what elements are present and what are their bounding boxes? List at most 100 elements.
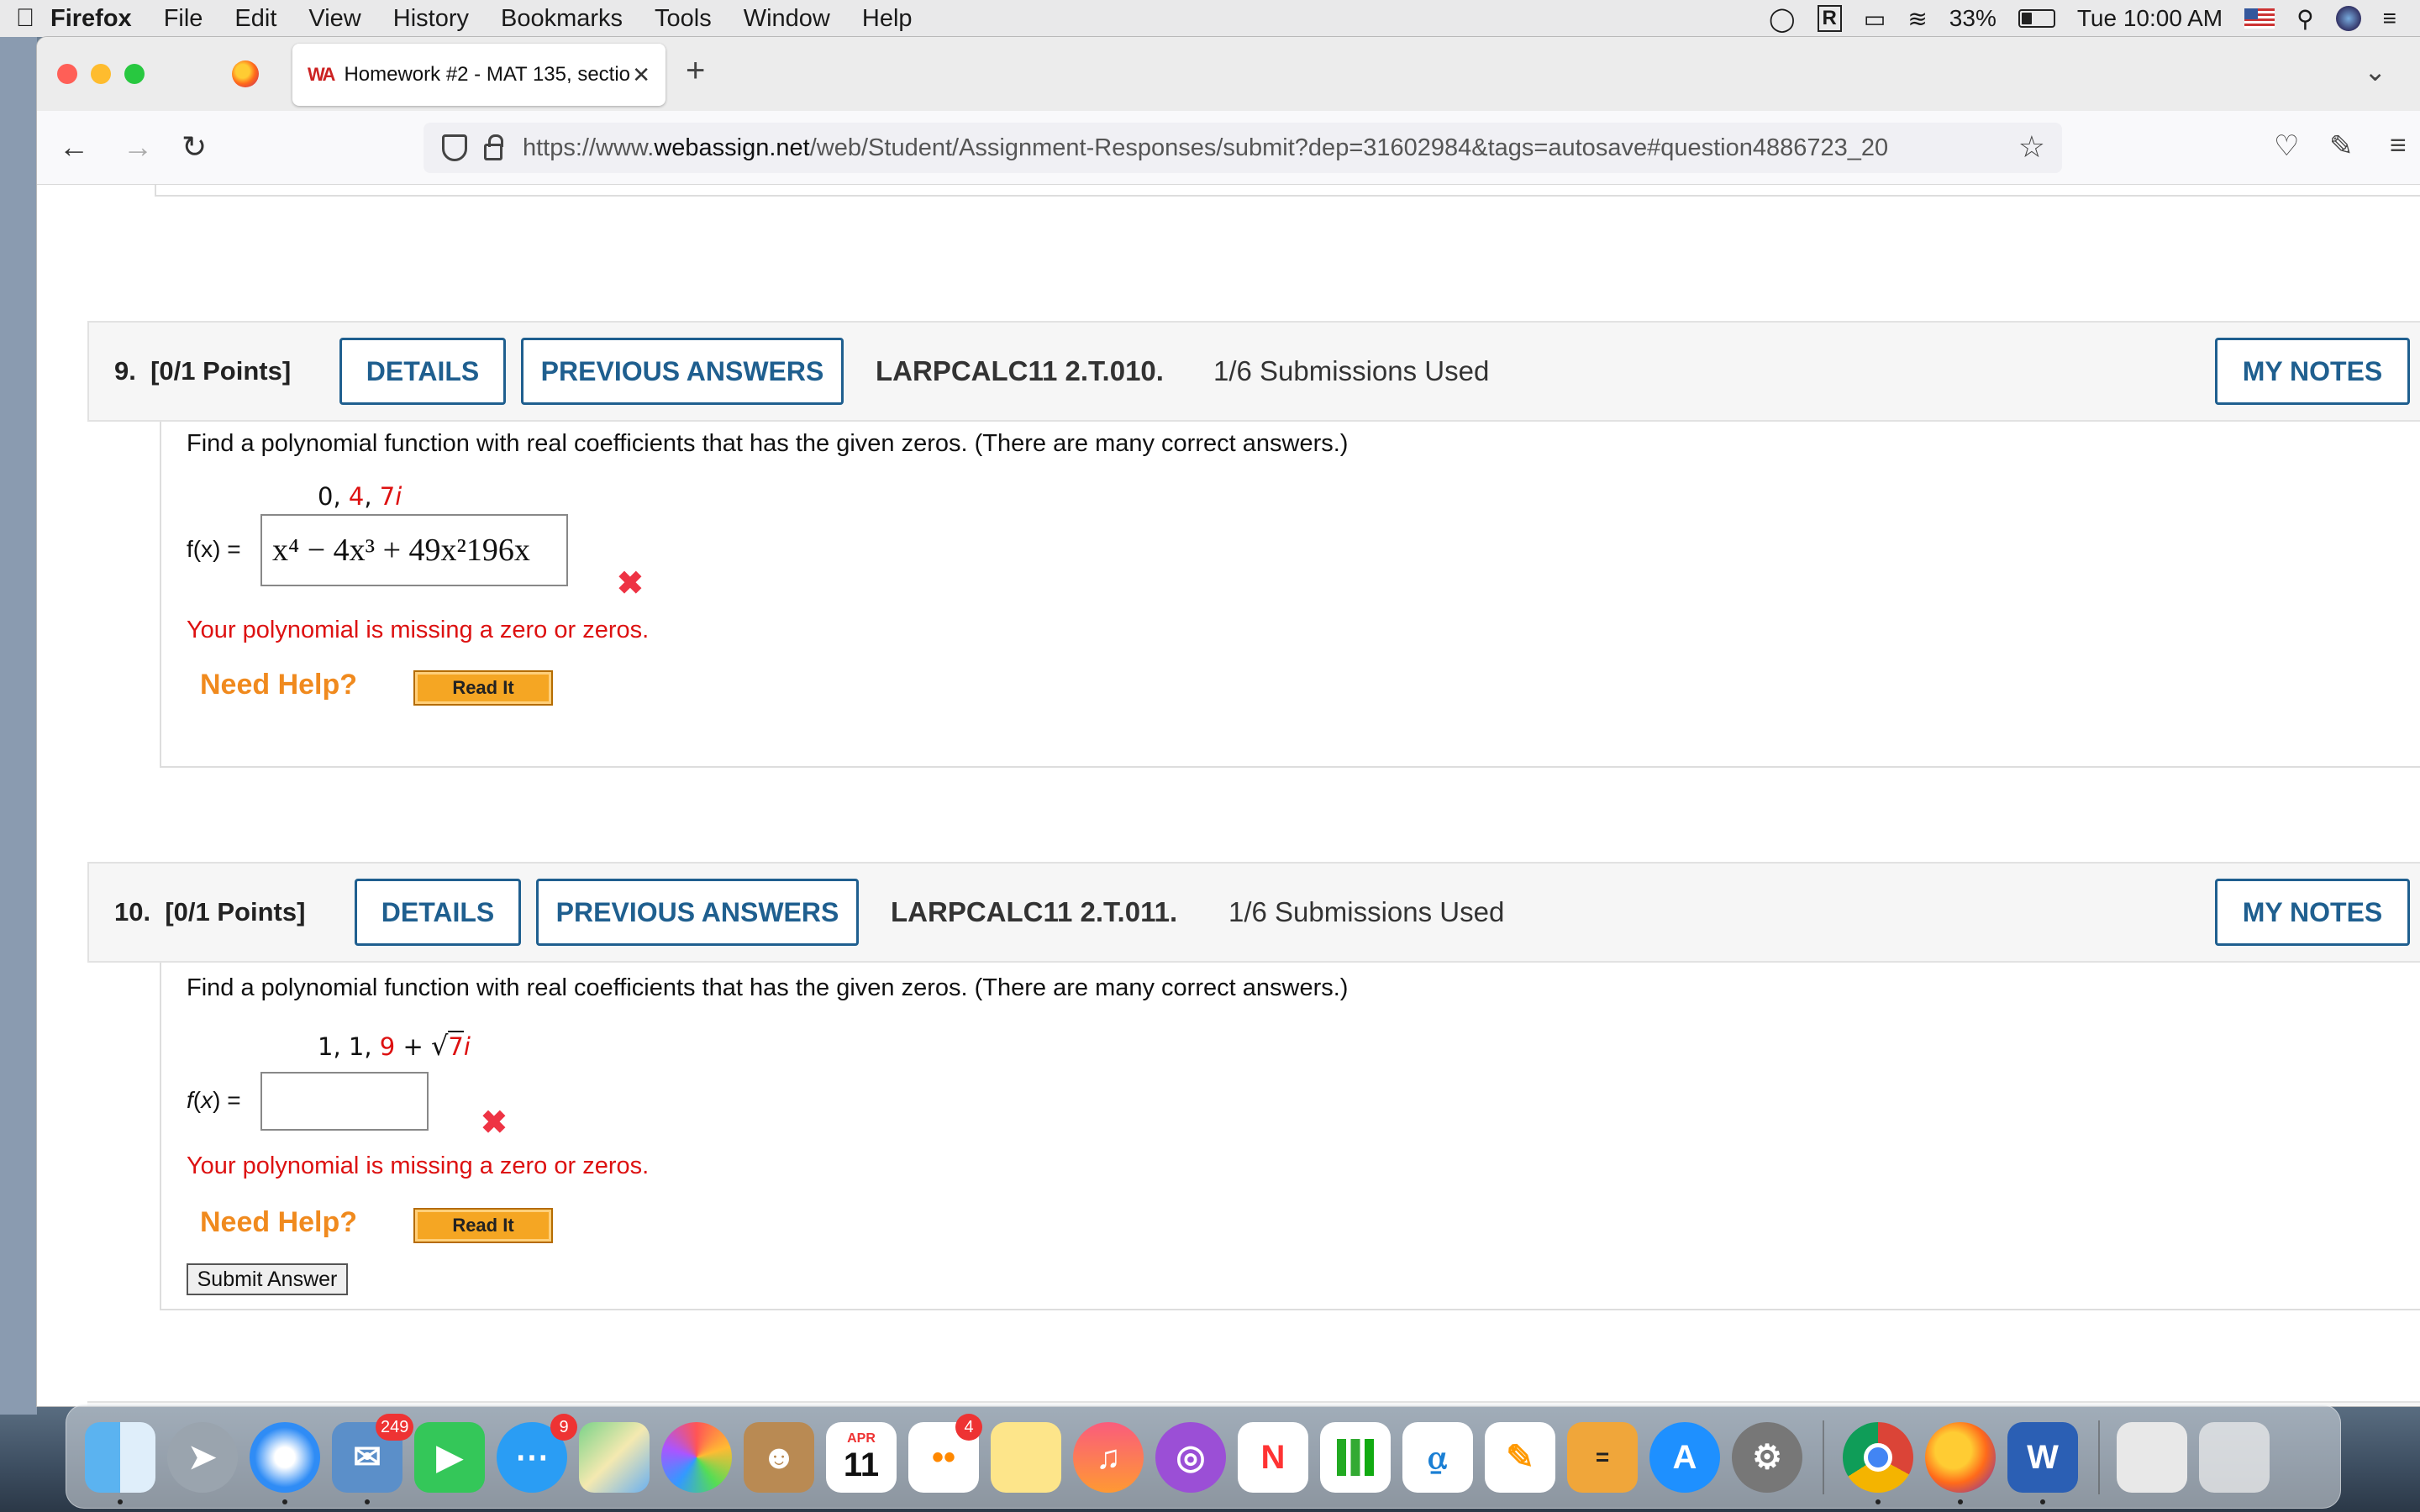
answer-field[interactable]: x⁴ − 4x³ + 49x²196x <box>260 514 568 586</box>
menu-view[interactable]: View <box>308 5 360 33</box>
close-tab-icon[interactable]: ✕ <box>632 62 650 88</box>
lock-icon[interactable] <box>484 134 503 160</box>
incorrect-x-icon: ✖ <box>481 1105 508 1141</box>
window-controls <box>57 64 145 84</box>
previous-answers-button[interactable]: PREVIOUS ANSWERS <box>536 879 859 946</box>
news-icon[interactable]: N <box>1238 1422 1308 1493</box>
clock[interactable]: Tue 10:00 AM <box>2077 5 2223 32</box>
answer-field[interactable] <box>260 1072 429 1131</box>
running-indicator <box>1876 1499 1881 1504</box>
navigation-bar: ← → ↻ https://www. webassign.net/web/Stud… <box>37 111 2420 185</box>
desktop-edge <box>0 37 37 1415</box>
question-number: 9. [0/1 Points] <box>114 356 292 386</box>
wifi-icon[interactable]: ≋ <box>1907 5 1927 33</box>
details-button[interactable]: DETAILS <box>339 338 506 405</box>
fx-label: f(x) = <box>187 536 241 562</box>
read-it-button[interactable]: Read It <box>413 1208 553 1243</box>
need-help-label: Need Help? <box>200 1206 358 1238</box>
keynote-icon[interactable]: ⍶ <box>1402 1422 1473 1493</box>
calculator-icon[interactable]: = <box>1567 1422 1638 1493</box>
my-notes-button[interactable]: MY NOTES <box>2215 879 2410 946</box>
safari-icon[interactable] <box>250 1422 320 1493</box>
dock-separator <box>2098 1420 2100 1494</box>
back-arrow-icon[interactable]: ← <box>59 129 89 165</box>
maps-icon[interactable] <box>579 1422 650 1493</box>
vpn-shield-icon[interactable]: ◯ <box>1769 5 1795 33</box>
firefox-view-icon[interactable] <box>232 60 259 87</box>
running-indicator <box>282 1499 287 1504</box>
new-tab-icon[interactable]: + <box>686 52 705 90</box>
feedback-message: Your polynomial is missing a zero or zer… <box>187 617 650 643</box>
app-menu-icon[interactable]: ≡ <box>2390 129 2407 162</box>
running-indicator <box>1958 1499 1963 1504</box>
question-9-header: 9. [0/1 Points] DETAILS PREVIOUS ANSWERS… <box>87 321 2420 422</box>
finder-icon[interactable] <box>85 1422 155 1493</box>
firefox-icon[interactable] <box>1925 1422 1996 1493</box>
close-window-button[interactable] <box>57 64 77 84</box>
tab-homework[interactable]: WA Homework #2 - MAT 135, sectio ✕ <box>292 44 666 106</box>
read-it-button[interactable]: Read It <box>413 670 553 706</box>
minimize-window-button[interactable] <box>91 64 111 84</box>
given-zeros: 1, 1, 9 + √7i <box>318 1030 471 1062</box>
previous-answers-button[interactable]: PREVIOUS ANSWERS <box>521 338 844 405</box>
launchpad-icon[interactable]: ➤ <box>167 1422 238 1493</box>
menu-file[interactable]: File <box>164 5 203 33</box>
facetime-icon[interactable]: ▶ <box>414 1422 485 1493</box>
menu-bookmarks[interactable]: Bookmarks <box>501 5 623 33</box>
list-all-tabs-icon[interactable]: ⌄ <box>2364 55 2386 87</box>
submit-answer-button[interactable]: Submit Answer <box>187 1263 348 1295</box>
downloads-stack-icon[interactable] <box>2117 1422 2187 1493</box>
zoom-window-button[interactable] <box>124 64 145 84</box>
menu-app-name[interactable]: Firefox <box>50 5 132 33</box>
input-source-flag-icon[interactable] <box>2244 8 2275 29</box>
menu-edit[interactable]: Edit <box>234 5 276 33</box>
question-10-header: 10. [0/1 Points] DETAILS PREVIOUS ANSWER… <box>87 862 2420 963</box>
page-content: 9. [0/1 Points] DETAILS PREVIOUS ANSWERS… <box>37 185 2420 1406</box>
address-bar[interactable]: https://www. webassign.net/web/Student/As… <box>424 123 2062 173</box>
apple-menu-icon[interactable]:  <box>0 4 50 33</box>
battery-icon[interactable] <box>2018 9 2055 28</box>
podcasts-icon[interactable]: ◎ <box>1155 1422 1226 1493</box>
airplay-icon[interactable]: ▭ <box>1864 5 1886 33</box>
calendar-icon[interactable]: APR 11 <box>826 1422 897 1493</box>
url-prefix: https://www. <box>523 134 655 161</box>
music-icon[interactable]: ♫ <box>1073 1422 1144 1493</box>
fx-label: f(x) = <box>187 1087 241 1113</box>
control-center-icon[interactable]: ≡ <box>2383 5 2396 32</box>
my-notes-button[interactable]: MY NOTES <box>2215 338 2410 405</box>
given-zeros: 0, 4, 7i <box>318 482 402 511</box>
tracking-protection-shield-icon[interactable] <box>442 134 467 161</box>
forward-arrow-icon[interactable]: → <box>123 129 153 165</box>
menu-window[interactable]: Window <box>744 5 830 33</box>
trash-icon[interactable] <box>2199 1422 2270 1493</box>
extensions-icon[interactable]: ✎ <box>2329 129 2354 163</box>
numbers-icon[interactable] <box>1320 1422 1391 1493</box>
spotlight-search-icon[interactable]: ⚲ <box>2296 5 2314 33</box>
incorrect-x-icon: ✖ <box>617 566 644 601</box>
notes-icon[interactable] <box>991 1422 1061 1493</box>
mail-badge: 249 <box>376 1414 414 1441</box>
dock: ➤ ✉ 249 ▶ ⋯ 9 ☻ APR 11 •• 4 ♫ ◎ N ⍶ ✎ = A… <box>66 1404 2341 1509</box>
pocket-icon[interactable]: ♡ <box>2274 129 2299 163</box>
reload-icon[interactable]: ↻ <box>182 129 207 165</box>
app-store-icon[interactable]: A <box>1649 1422 1720 1493</box>
contacts-icon[interactable]: ☻ <box>744 1422 814 1493</box>
menu-tools[interactable]: Tools <box>655 5 712 33</box>
calendar-day: 11 <box>843 1446 880 1483</box>
photos-icon[interactable] <box>661 1422 732 1493</box>
pages-icon[interactable]: ✎ <box>1485 1422 1555 1493</box>
siri-icon[interactable] <box>2335 6 2361 31</box>
details-button[interactable]: DETAILS <box>355 879 521 946</box>
need-help-label: Need Help? <box>200 669 358 701</box>
system-preferences-icon[interactable]: ⚙ <box>1732 1422 1802 1493</box>
menu-history[interactable]: History <box>393 5 469 33</box>
question-prompt: Find a polynomial function with real coe… <box>187 430 1349 457</box>
battery-percent: 33% <box>1949 5 1996 31</box>
url-path: /web/Student/Assignment-Responses/submit… <box>809 134 1889 161</box>
previous-question-edge <box>155 185 2420 197</box>
bookmark-star-icon[interactable]: ☆ <box>2018 129 2045 165</box>
menu-help[interactable]: Help <box>862 5 913 33</box>
word-icon[interactable]: W <box>2007 1422 2078 1493</box>
bartender-icon[interactable]: R <box>1817 5 1842 32</box>
chrome-icon[interactable] <box>1843 1422 1913 1493</box>
